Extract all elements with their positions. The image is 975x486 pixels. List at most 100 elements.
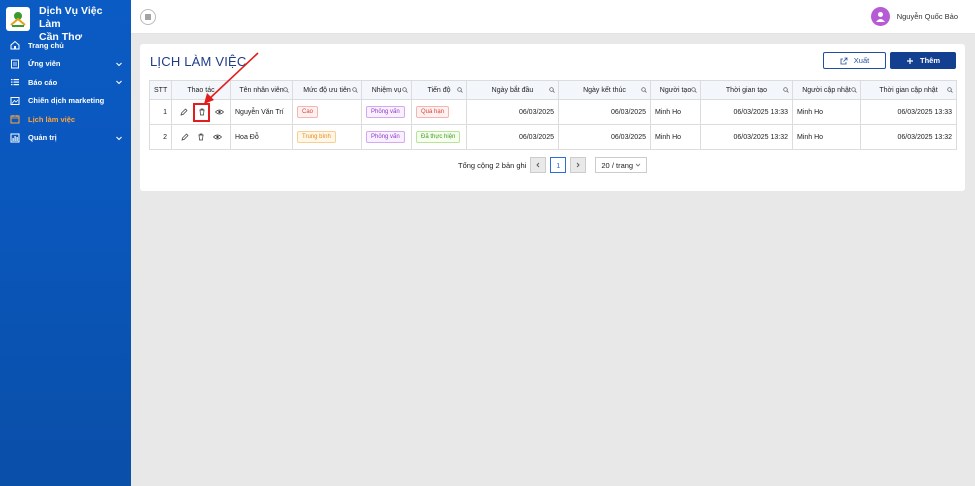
- column-header-progress[interactable]: Tiến độ: [411, 80, 467, 100]
- table-row: 1 Nguyễn Văn Trí Cao Phỏng vấn Quá hạn 0…: [149, 99, 957, 125]
- column-header-updater[interactable]: Người cập nhật: [792, 80, 861, 100]
- export-icon: [840, 57, 848, 64]
- view-icon[interactable]: [210, 130, 224, 144]
- column-header-task[interactable]: Nhiệm vụ: [361, 80, 412, 100]
- chevron-down-icon: [636, 163, 641, 167]
- annotation-arrow-icon: [204, 52, 259, 104]
- cell-creator: Minh Ho: [650, 124, 701, 150]
- user-menu[interactable]: Nguyễn Quốc Bảo: [870, 7, 958, 26]
- search-icon[interactable]: [641, 87, 647, 93]
- column-header-end-date[interactable]: Ngày kết thúc: [558, 80, 651, 100]
- column-header-creator[interactable]: Người tạo: [650, 80, 701, 100]
- column-header-updated-time[interactable]: Thời gian cập nhật: [860, 80, 957, 100]
- avatar: [870, 7, 890, 26]
- search-icon[interactable]: [457, 87, 463, 93]
- brand-line-1: Dịch Vụ Việc Làm: [39, 5, 103, 30]
- chevron-down-icon: [116, 136, 122, 141]
- table-row: 2 Hoa Đỗ Trung bình Phỏng vấn Đã thực hi…: [149, 124, 957, 150]
- id-card-icon: [9, 58, 20, 69]
- cell-end-date: 06/03/2025: [558, 124, 651, 150]
- edit-icon[interactable]: [177, 105, 191, 119]
- cell-task: Phỏng vấn: [361, 99, 412, 125]
- sidebar-item-admin[interactable]: Quản trị: [0, 129, 131, 148]
- sidebar-item-candidates[interactable]: Ứng viên: [0, 55, 131, 74]
- user-name: Nguyễn Quốc Bảo: [896, 12, 958, 21]
- cell-end-date: 06/03/2025: [558, 99, 651, 125]
- chevron-down-icon: [116, 80, 122, 85]
- search-icon[interactable]: [549, 87, 555, 93]
- cell-created-time: 06/03/2025 13:32: [700, 124, 793, 150]
- plus-icon: [906, 57, 913, 64]
- cell-actions: [171, 124, 231, 150]
- cell-progress: Quá hạn: [411, 99, 467, 125]
- sidebar-item-label: Chiến dịch marketing: [28, 96, 105, 106]
- sidebar-item-reports[interactable]: Báo cáo: [0, 73, 131, 92]
- task-badge: Phỏng vấn: [366, 106, 405, 118]
- list-icon: [9, 77, 20, 88]
- calendar-icon: [9, 114, 20, 125]
- cell-updater: Minh Ho: [792, 99, 861, 125]
- schedule-table: STT Thao tác Tên nhân viên Mức độ ưu tiê…: [149, 80, 957, 150]
- page-size-select[interactable]: 20 / trang: [595, 157, 648, 173]
- total-records: Tổng cộng 2 bản ghi: [458, 160, 527, 170]
- cell-priority: Cao: [292, 99, 362, 125]
- sidebar-item-label: Báo cáo: [28, 77, 58, 87]
- top-header: Nguyễn Quốc Bảo: [131, 0, 975, 34]
- chart-icon: [9, 132, 20, 143]
- search-icon[interactable]: [947, 87, 953, 93]
- cell-creator: Minh Ho: [650, 99, 701, 125]
- edit-icon[interactable]: [178, 130, 192, 144]
- cell-stt: 2: [149, 124, 172, 150]
- add-button[interactable]: Thêm: [890, 52, 956, 69]
- search-icon[interactable]: [851, 87, 857, 93]
- page-number[interactable]: 1: [550, 157, 567, 173]
- column-header-priority[interactable]: Mức độ ưu tiên: [292, 80, 362, 100]
- sidebar-item-marketing[interactable]: Chiến dịch marketing: [0, 92, 131, 111]
- user-icon: [875, 12, 885, 22]
- export-label: Xuất: [853, 56, 870, 65]
- delete-icon[interactable]: [194, 130, 208, 144]
- logo: [6, 7, 30, 31]
- column-header-stt: STT: [149, 80, 172, 100]
- cell-created-time: 06/03/2025 13:33: [700, 99, 793, 125]
- search-icon[interactable]: [283, 87, 289, 93]
- column-header-created-time[interactable]: Thời gian tạo: [700, 80, 793, 100]
- schedule-card: LỊCH LÀM VIỆC Xuất Thêm STT Thao tác Tên…: [140, 44, 965, 191]
- sidebar-nav: Trang chủ Ứng viên Báo cáo Chiến dịch ma…: [0, 36, 131, 147]
- page-size-value: 20 / trang: [601, 160, 634, 170]
- view-icon[interactable]: [212, 105, 226, 119]
- sidebar-item-label: Lịch làm việc: [28, 114, 76, 124]
- next-page-button[interactable]: [570, 157, 587, 173]
- column-header-start-date[interactable]: Ngày bắt đầu: [466, 80, 559, 100]
- cell-stt: 1: [149, 99, 172, 125]
- search-icon[interactable]: [402, 87, 408, 93]
- chevron-left-icon: [536, 162, 540, 168]
- table-header-row: STT Thao tác Tên nhân viên Mức độ ưu tiê…: [149, 80, 957, 100]
- search-icon[interactable]: [783, 87, 789, 93]
- image-icon: [9, 95, 20, 106]
- search-icon[interactable]: [691, 87, 697, 93]
- sidebar-item-schedule[interactable]: Lịch làm việc: [0, 110, 131, 129]
- sidebar: Dịch Vụ Việc Làm Cần Thơ Trang chủ Ứng v…: [0, 0, 131, 486]
- pagination: Tổng cộng 2 bản ghi 1 20 / trang: [458, 157, 648, 173]
- brand[interactable]: Dịch Vụ Việc Làm Cần Thơ: [0, 0, 131, 43]
- home-icon: [9, 40, 20, 51]
- search-icon[interactable]: [352, 87, 358, 93]
- prev-page-button[interactable]: [530, 157, 547, 173]
- progress-badge: Đã thực hiện: [416, 131, 461, 143]
- priority-badge: Trung bình: [297, 131, 336, 143]
- export-button[interactable]: Xuất: [823, 52, 886, 69]
- add-label: Thêm: [919, 56, 940, 65]
- cell-updated-time: 06/03/2025 13:33: [860, 99, 957, 125]
- sidebar-item-label: Quản trị: [28, 133, 57, 143]
- chevron-right-icon: [577, 162, 581, 168]
- cell-start-date: 06/03/2025: [466, 99, 559, 125]
- hamburger-icon: [145, 14, 151, 20]
- sidebar-item-label: Trang chủ: [28, 40, 64, 50]
- cell-progress: Đã thực hiện: [411, 124, 467, 150]
- priority-badge: Cao: [297, 106, 319, 118]
- menu-toggle-button[interactable]: [140, 9, 156, 25]
- task-badge: Phỏng vấn: [366, 131, 405, 143]
- progress-badge: Quá hạn: [416, 106, 450, 118]
- cell-updated-time: 06/03/2025 13:32: [860, 124, 957, 150]
